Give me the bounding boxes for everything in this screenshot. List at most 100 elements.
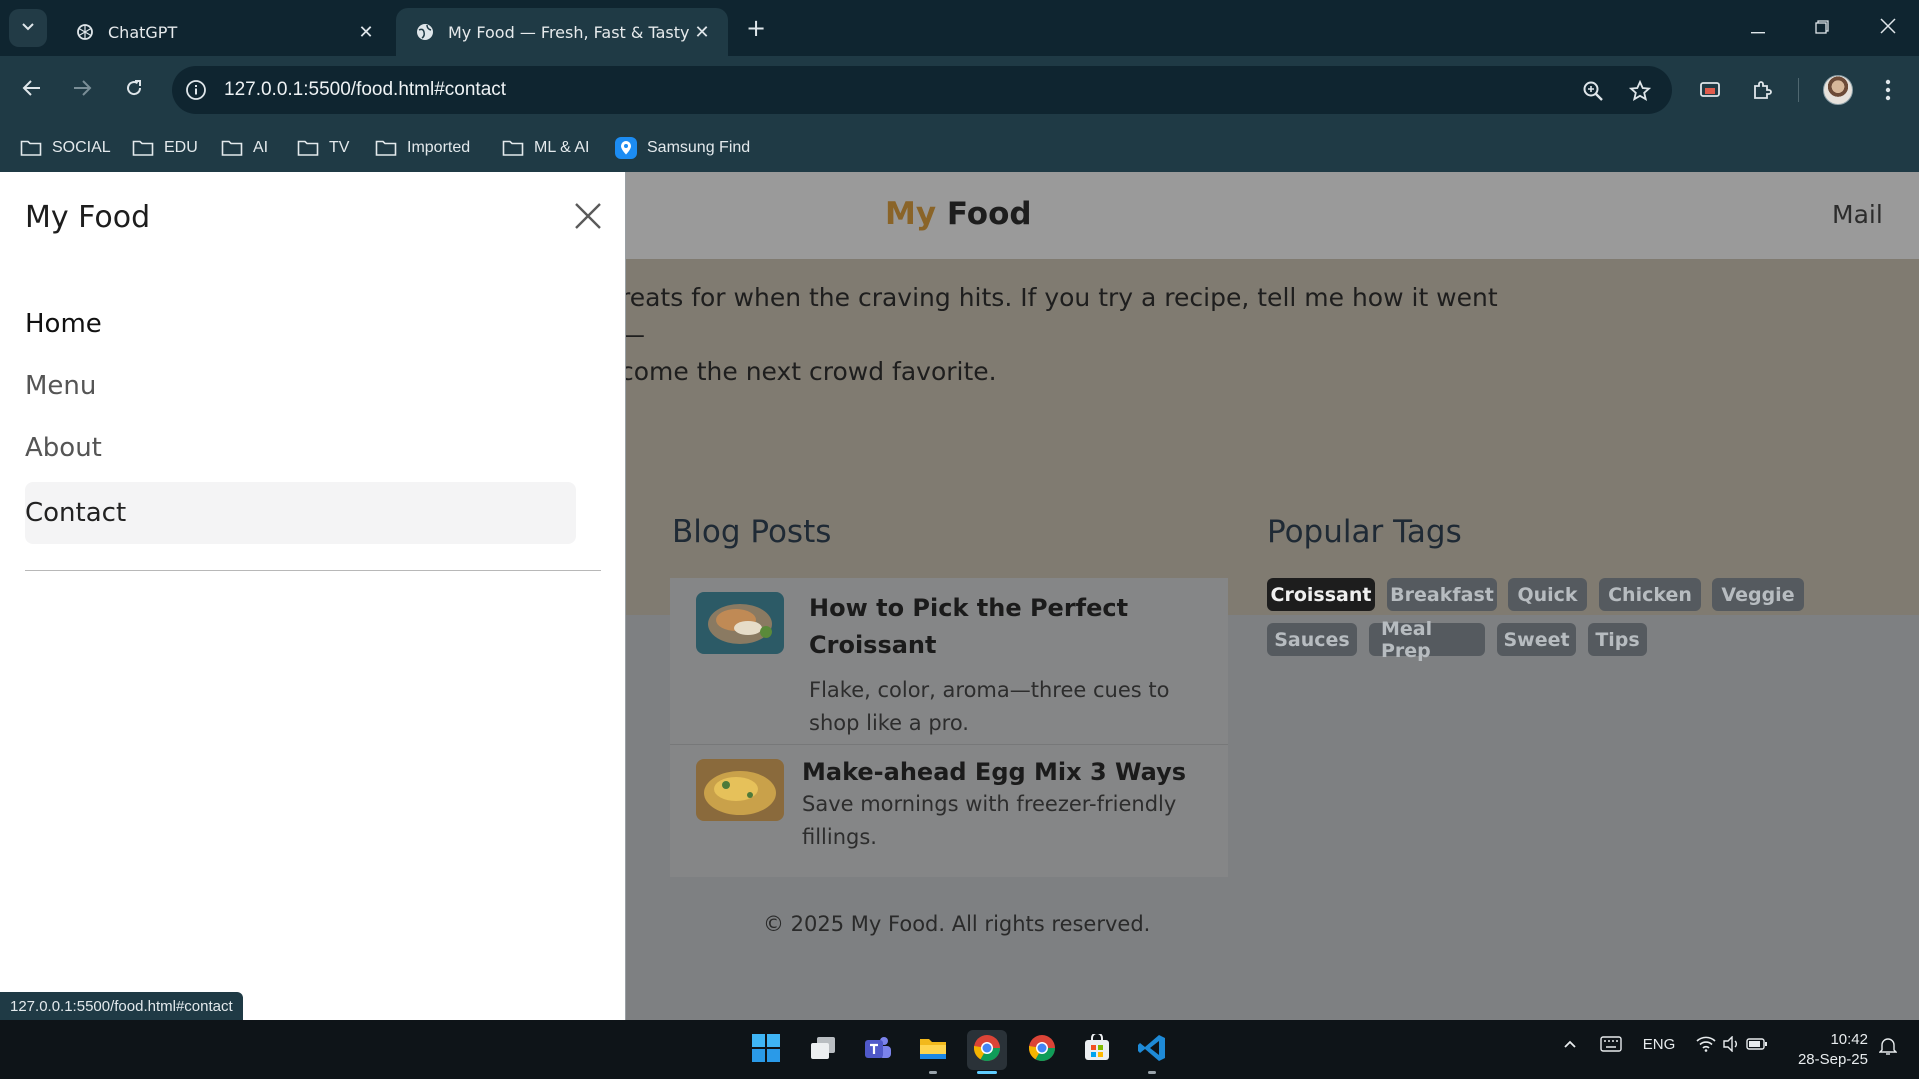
minimize-button[interactable] xyxy=(1735,8,1781,48)
nav-mail-link[interactable]: Mail xyxy=(1832,200,1883,229)
bookmark-star-icon[interactable] xyxy=(1627,78,1653,104)
zoom-icon[interactable] xyxy=(1580,78,1606,104)
chrome-app-active[interactable] xyxy=(967,1030,1007,1074)
tab-my-food[interactable]: My Food — Fresh, Fast & Tasty ✕ xyxy=(396,8,728,56)
tag-chicken[interactable]: Chicken xyxy=(1599,578,1701,611)
drawer-title: My Food xyxy=(25,200,151,235)
bookmark-label: TV xyxy=(329,139,350,156)
cast-icon[interactable] xyxy=(1692,72,1728,108)
close-window-button[interactable] xyxy=(1865,8,1911,48)
bell-icon xyxy=(1878,1036,1898,1060)
chrome-app[interactable] xyxy=(1022,1030,1062,1070)
volume-icon xyxy=(1722,1035,1740,1056)
site-logo[interactable]: My Food xyxy=(885,196,1032,232)
battery-icon xyxy=(1746,1037,1768,1055)
drawer-item-menu[interactable]: Menu xyxy=(25,355,576,417)
tag-veggie[interactable]: Veggie xyxy=(1712,578,1804,611)
drawer-item-about[interactable]: About xyxy=(25,417,576,479)
language-indicator[interactable]: ENG xyxy=(1640,1036,1678,1053)
drawer-item-contact[interactable]: Contact xyxy=(25,482,576,544)
plus-icon: + xyxy=(745,14,767,42)
drawer-close-button[interactable] xyxy=(568,198,608,238)
hero-line: reats for when the craving hits. If you … xyxy=(620,283,1498,349)
notifications-button[interactable] xyxy=(1876,1036,1900,1060)
file-explorer-app[interactable] xyxy=(913,1030,953,1074)
bookmark-samsung-find[interactable]: Samsung Find xyxy=(615,134,750,162)
hero-text: reats for when the craving hits. If you … xyxy=(620,279,1520,390)
blog-post-card[interactable]: Make-ahead Egg Mix 3 Ways Save mornings … xyxy=(670,745,1228,877)
tab-title: ChatGPT xyxy=(108,22,178,42)
folder-icon xyxy=(502,139,524,157)
teams-app[interactable] xyxy=(858,1030,898,1070)
minimize-icon xyxy=(1751,18,1765,39)
folder-icon xyxy=(918,1035,948,1065)
side-drawer: My Food Home Menu About Contact xyxy=(0,172,626,1020)
quick-settings-button[interactable] xyxy=(1692,1035,1772,1056)
tag-sauces[interactable]: Sauces xyxy=(1267,623,1357,656)
brand-my: My xyxy=(885,196,937,232)
keyboard-icon xyxy=(1600,1036,1622,1056)
keyboard-button[interactable] xyxy=(1598,1036,1624,1056)
tab-title: My Food — Fresh, Fast & Tasty xyxy=(448,22,690,42)
url-text[interactable]: 127.0.0.1:5500/food.html#contact xyxy=(224,79,506,101)
tag-meal-prep[interactable]: Meal Prep xyxy=(1369,618,1485,662)
chevron-down-icon xyxy=(21,20,35,36)
tag-quick[interactable]: Quick xyxy=(1508,578,1587,611)
bookmark-label: Samsung Find xyxy=(647,139,751,156)
post-title[interactable]: Make-ahead Egg Mix 3 Ways xyxy=(802,754,1186,791)
tab-chatgpt[interactable]: ChatGPT ✕ xyxy=(56,8,392,56)
clock-time: 10:42 xyxy=(1830,1031,1868,1048)
reload-icon xyxy=(124,78,144,102)
tag-sweet[interactable]: Sweet xyxy=(1497,623,1576,656)
task-view-button[interactable] xyxy=(803,1030,843,1070)
post-excerpt: Save mornings with freezer-friendly fill… xyxy=(802,792,1177,849)
bookmark-social[interactable]: SOCIAL xyxy=(20,134,111,162)
bookmark-ai[interactable]: AI xyxy=(221,134,268,162)
microsoft-store-app[interactable] xyxy=(1077,1030,1117,1070)
windows-taskbar: ENG 10:42 28-Sep-25 xyxy=(0,1020,1919,1079)
close-icon[interactable]: ✕ xyxy=(354,20,378,44)
location-pin-icon xyxy=(615,137,637,159)
post-excerpt: Flake, color, aroma—three cues to shop l… xyxy=(809,678,1170,735)
popular-tags-heading: Popular Tags xyxy=(1267,514,1462,550)
reload-button[interactable] xyxy=(114,70,154,110)
bookmark-edu[interactable]: EDU xyxy=(132,134,198,162)
task-view-icon xyxy=(809,1035,837,1065)
tag-croissant[interactable]: Croissant xyxy=(1267,578,1375,611)
back-button[interactable] xyxy=(12,70,52,110)
store-icon xyxy=(1083,1032,1111,1066)
restore-button[interactable] xyxy=(1799,8,1845,48)
drawer-divider xyxy=(25,570,601,571)
folder-icon xyxy=(221,139,243,157)
address-bar[interactable]: 127.0.0.1:5500/food.html#contact xyxy=(172,66,1672,114)
menu-kebab-icon[interactable] xyxy=(1870,72,1906,108)
restore-icon xyxy=(1815,18,1829,39)
vscode-app[interactable] xyxy=(1132,1030,1172,1074)
post-thumbnail xyxy=(696,759,784,821)
arrow-left-icon xyxy=(22,79,42,101)
folder-icon xyxy=(132,139,154,157)
tag-breakfast[interactable]: Breakfast xyxy=(1387,578,1497,611)
site-info-icon[interactable] xyxy=(184,78,208,102)
extensions-icon[interactable] xyxy=(1744,72,1780,108)
close-icon[interactable]: ✕ xyxy=(690,20,714,44)
globe-icon xyxy=(414,21,436,43)
forward-button[interactable] xyxy=(62,70,102,110)
tray-overflow-button[interactable] xyxy=(1560,1036,1580,1053)
bookmarks-bar: SOCIAL EDU AI TV Imported ML & AI Samsun… xyxy=(0,124,1919,172)
link-status-bubble: 127.0.0.1:5500/food.html#contact xyxy=(0,992,243,1020)
bookmark-tv[interactable]: TV xyxy=(297,134,349,162)
hero-line: come the next crowd favorite. xyxy=(620,357,997,386)
tag-tips[interactable]: Tips xyxy=(1588,623,1647,656)
bookmark-imported[interactable]: Imported xyxy=(375,134,470,162)
folder-icon xyxy=(297,139,319,157)
post-title[interactable]: How to Pick the Perfect Croissant xyxy=(809,590,1128,664)
system-clock[interactable]: 10:42 28-Sep-25 xyxy=(1790,1030,1868,1070)
new-tab-button[interactable]: + xyxy=(742,14,770,42)
profile-avatar[interactable] xyxy=(1823,75,1853,105)
drawer-item-home[interactable]: Home xyxy=(25,293,576,355)
start-button[interactable] xyxy=(746,1030,786,1070)
tab-search-button[interactable] xyxy=(9,9,47,47)
blog-post-card[interactable]: How to Pick the Perfect Croissant Flake,… xyxy=(670,578,1228,744)
bookmark-ml-ai[interactable]: ML & AI xyxy=(502,134,589,162)
